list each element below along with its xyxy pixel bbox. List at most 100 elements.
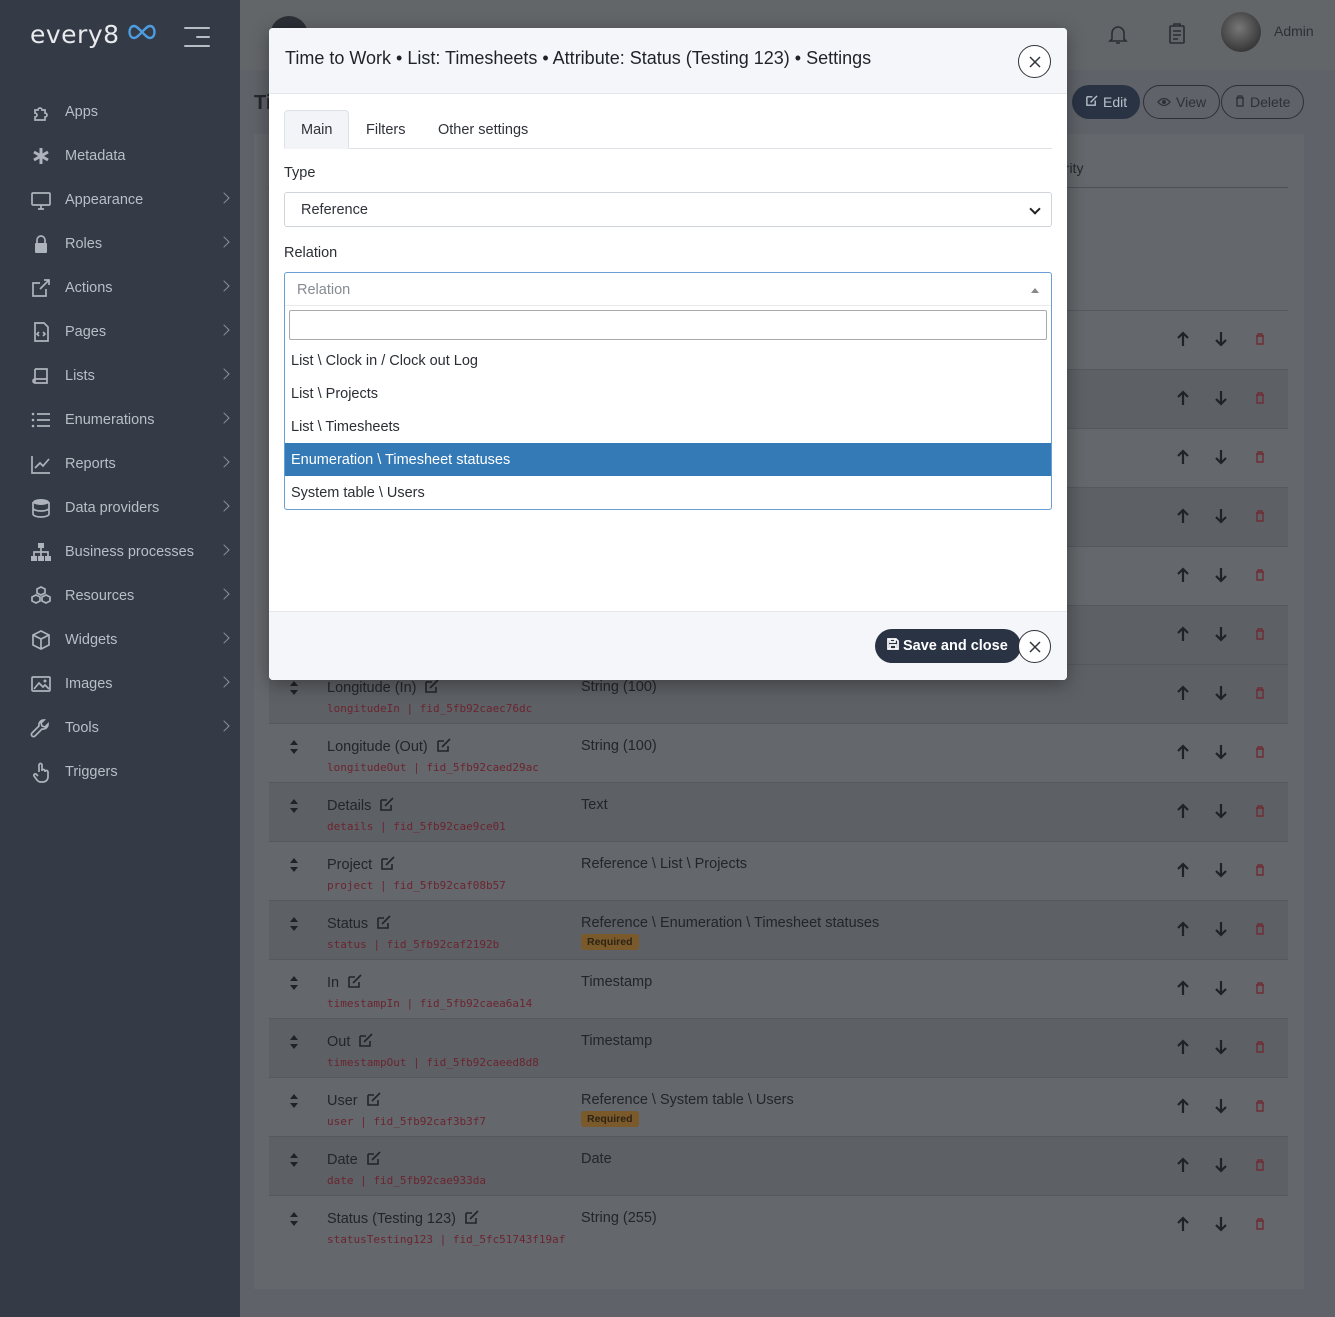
- sidebar-item-roles[interactable]: Roles: [0, 222, 240, 266]
- arrow-up-icon[interactable]: [1176, 567, 1190, 583]
- clipboard-icon[interactable]: [1165, 22, 1189, 46]
- sidebar-item-metadata[interactable]: Metadata: [0, 134, 240, 178]
- arrow-up-icon[interactable]: [1176, 921, 1190, 937]
- arrow-down-icon[interactable]: [1214, 1157, 1228, 1173]
- drag-handle-icon[interactable]: [289, 1094, 299, 1108]
- relation-option[interactable]: List \ Clock in / Clock out Log: [285, 344, 1051, 377]
- footer-close-button[interactable]: [1018, 630, 1051, 663]
- drag-handle-icon[interactable]: [289, 917, 299, 931]
- logo[interactable]: every8: [30, 20, 158, 49]
- relation-option[interactable]: Enumeration \ Timesheet statuses: [285, 443, 1051, 476]
- edit-icon[interactable]: [366, 1151, 381, 1169]
- trash-icon[interactable]: [1255, 745, 1265, 758]
- trash-icon[interactable]: [1255, 391, 1265, 404]
- arrow-up-icon[interactable]: [1176, 1039, 1190, 1055]
- trash-icon[interactable]: [1255, 509, 1265, 522]
- arrow-up-icon[interactable]: [1176, 390, 1190, 406]
- arrow-down-icon[interactable]: [1214, 449, 1228, 465]
- edit-icon[interactable]: [436, 738, 451, 756]
- relation-option[interactable]: System table \ Users: [285, 476, 1051, 509]
- arrow-up-icon[interactable]: [1176, 1098, 1190, 1114]
- arrow-up-icon[interactable]: [1176, 331, 1190, 347]
- arrow-up-icon[interactable]: [1176, 862, 1190, 878]
- drag-handle-icon[interactable]: [289, 799, 299, 813]
- trash-icon[interactable]: [1255, 686, 1265, 699]
- edit-icon[interactable]: [366, 1092, 381, 1110]
- sidebar-item-enumerations[interactable]: Enumerations: [0, 398, 240, 442]
- arrow-down-icon[interactable]: [1214, 803, 1228, 819]
- save-and-close-button[interactable]: Save and close: [875, 629, 1021, 663]
- trash-icon[interactable]: [1255, 1040, 1265, 1053]
- arrow-up-icon[interactable]: [1176, 508, 1190, 524]
- edit-button[interactable]: Edit: [1072, 85, 1141, 119]
- arrow-down-icon[interactable]: [1214, 685, 1228, 701]
- trash-icon[interactable]: [1255, 804, 1265, 817]
- edit-icon[interactable]: [348, 974, 362, 992]
- drag-handle-icon[interactable]: [289, 976, 299, 990]
- arrow-up-icon[interactable]: [1176, 449, 1190, 465]
- arrow-down-icon[interactable]: [1214, 1039, 1228, 1055]
- arrow-down-icon[interactable]: [1214, 508, 1228, 524]
- arrow-down-icon[interactable]: [1214, 1098, 1228, 1114]
- edit-icon[interactable]: [359, 1033, 373, 1051]
- relation-option[interactable]: List \ Projects: [285, 377, 1051, 410]
- trash-icon[interactable]: [1255, 981, 1265, 994]
- arrow-down-icon[interactable]: [1214, 980, 1228, 996]
- trash-icon[interactable]: [1255, 1158, 1265, 1171]
- arrow-up-icon[interactable]: [1176, 626, 1190, 642]
- tab-filters[interactable]: Filters: [350, 110, 421, 149]
- drag-handle-icon[interactable]: [289, 681, 299, 695]
- view-button[interactable]: View: [1143, 85, 1221, 119]
- sidebar-item-lists[interactable]: Lists: [0, 354, 240, 398]
- sidebar-item-business-processes[interactable]: Business processes: [0, 530, 240, 574]
- arrow-down-icon[interactable]: [1214, 921, 1228, 937]
- arrow-up-icon[interactable]: [1176, 685, 1190, 701]
- arrow-down-icon[interactable]: [1214, 390, 1228, 406]
- menu-toggle-icon[interactable]: [184, 27, 210, 54]
- sidebar-item-apps[interactable]: Apps: [0, 90, 240, 134]
- sidebar-item-pages[interactable]: Pages: [0, 310, 240, 354]
- edit-icon[interactable]: [465, 1210, 479, 1228]
- trash-icon[interactable]: [1255, 568, 1265, 581]
- relation-select[interactable]: Relation: [285, 273, 1051, 306]
- arrow-up-icon[interactable]: [1176, 1216, 1190, 1232]
- relation-option[interactable]: List \ Timesheets: [285, 410, 1051, 443]
- arrow-up-icon[interactable]: [1176, 803, 1190, 819]
- modal-close-button[interactable]: [1018, 45, 1051, 78]
- drag-handle-icon[interactable]: [289, 1212, 299, 1226]
- arrow-up-icon[interactable]: [1176, 744, 1190, 760]
- arrow-up-icon[interactable]: [1176, 1157, 1190, 1173]
- trash-icon[interactable]: [1255, 332, 1265, 345]
- sidebar-item-images[interactable]: Images: [0, 662, 240, 706]
- trash-icon[interactable]: [1255, 627, 1265, 640]
- drag-handle-icon[interactable]: [289, 1153, 299, 1167]
- tab-main[interactable]: Main: [284, 110, 350, 149]
- relation-search-input[interactable]: [289, 310, 1047, 340]
- avatar[interactable]: [1221, 12, 1261, 52]
- arrow-down-icon[interactable]: [1214, 1216, 1228, 1232]
- trash-icon[interactable]: [1255, 863, 1265, 876]
- drag-handle-icon[interactable]: [289, 858, 299, 872]
- edit-icon[interactable]: [377, 915, 391, 933]
- type-select[interactable]: Reference: [284, 192, 1052, 227]
- sidebar-item-tools[interactable]: Tools: [0, 706, 240, 750]
- sidebar-item-actions[interactable]: Actions: [0, 266, 240, 310]
- edit-icon[interactable]: [380, 797, 394, 815]
- arrow-down-icon[interactable]: [1214, 862, 1228, 878]
- drag-handle-icon[interactable]: [289, 1035, 299, 1049]
- sidebar-item-widgets[interactable]: Widgets: [0, 618, 240, 662]
- edit-icon[interactable]: [425, 679, 440, 697]
- edit-icon[interactable]: [381, 856, 395, 874]
- trash-icon[interactable]: [1255, 450, 1265, 463]
- trash-icon[interactable]: [1255, 922, 1265, 935]
- arrow-down-icon[interactable]: [1214, 626, 1228, 642]
- drag-handle-icon[interactable]: [289, 740, 299, 754]
- trash-icon[interactable]: [1255, 1099, 1265, 1112]
- arrow-up-icon[interactable]: [1176, 980, 1190, 996]
- bell-icon[interactable]: [1106, 22, 1130, 46]
- arrow-down-icon[interactable]: [1214, 567, 1228, 583]
- sidebar-item-resources[interactable]: Resources: [0, 574, 240, 618]
- arrow-down-icon[interactable]: [1214, 744, 1228, 760]
- trash-icon[interactable]: [1255, 1217, 1265, 1230]
- arrow-down-icon[interactable]: [1214, 331, 1228, 347]
